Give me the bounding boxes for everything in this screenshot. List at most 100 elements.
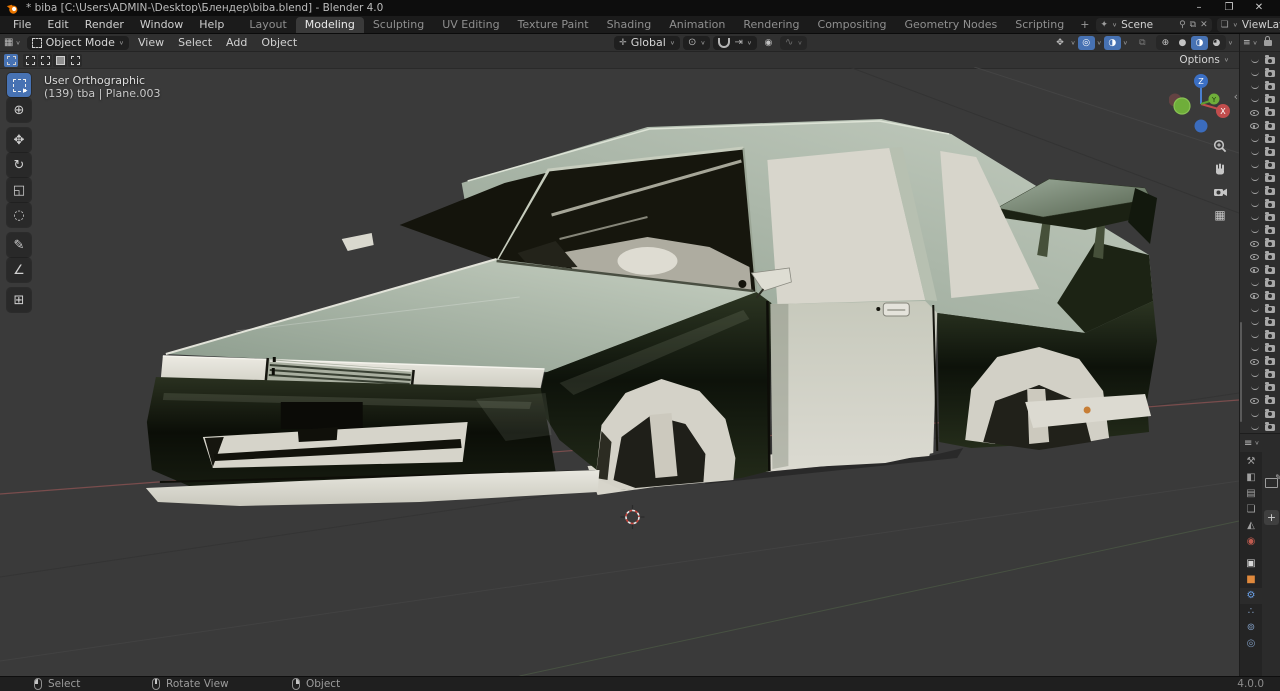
visibility-eye-icon[interactable]	[1251, 425, 1259, 430]
view-layer-selector[interactable]: ❏ ∨ ViewLayer ⧉ ✕	[1217, 18, 1280, 32]
camera-visibility-icon[interactable]	[1265, 397, 1275, 404]
tool-cursor[interactable]: ⊕	[7, 98, 31, 122]
properties-tab-particles[interactable]: ∴	[1240, 604, 1262, 620]
visibility-eye-icon[interactable]	[1251, 163, 1259, 168]
workspace-tab-shading[interactable]: Shading	[598, 17, 661, 33]
visibility-eye-icon[interactable]	[1251, 320, 1259, 325]
camera-visibility-icon[interactable]	[1265, 306, 1275, 313]
camera-visibility-icon[interactable]	[1265, 384, 1275, 391]
minimize-button[interactable]: –	[1184, 0, 1214, 16]
menu-edit[interactable]: Edit	[39, 18, 76, 31]
viewport-menu-view[interactable]: View	[131, 36, 171, 49]
workspace-tab-scripting[interactable]: Scripting	[1006, 17, 1073, 33]
workspace-tab-modeling[interactable]: Modeling	[296, 17, 364, 33]
visibility-eye-icon[interactable]	[1251, 372, 1259, 377]
properties-editor[interactable]: ≡ ∨ ⚒◧▤❏◭◉▣■⚙∴⊚◎ +	[1240, 433, 1280, 676]
viewport-menu-add[interactable]: Add	[219, 36, 254, 49]
properties-tab-collection[interactable]: ▣	[1240, 556, 1262, 572]
visibility-eye-icon[interactable]	[1251, 281, 1259, 286]
outliner-row[interactable]	[1240, 329, 1280, 342]
camera-visibility-icon[interactable]	[1265, 109, 1275, 116]
viewport-canvas[interactable]	[0, 67, 1239, 676]
workspace-tab-uv-editing[interactable]: UV Editing	[433, 17, 508, 33]
properties-tab-scene[interactable]: ◭	[1240, 518, 1262, 534]
camera-visibility-icon[interactable]	[1265, 358, 1275, 365]
outliner-row[interactable]	[1240, 290, 1280, 303]
proportional-editing-toggle[interactable]: ◉	[760, 36, 777, 50]
sidebar-collapse-arrow[interactable]: ‹	[1234, 90, 1238, 103]
properties-tab-tool[interactable]: ⚒	[1240, 454, 1262, 470]
show-gizmos-toggle[interactable]: ✥	[1052, 36, 1069, 50]
zoom-view-button[interactable]	[1212, 138, 1228, 154]
outliner-row[interactable]	[1240, 172, 1280, 185]
outliner-row[interactable]	[1240, 368, 1280, 381]
visibility-eye-icon[interactable]	[1251, 150, 1259, 155]
camera-visibility-icon[interactable]	[1265, 267, 1275, 274]
chevron-down-icon[interactable]: ∨	[1228, 39, 1233, 45]
menu-file[interactable]: File	[5, 18, 39, 31]
menu-window[interactable]: Window	[132, 18, 191, 31]
visibility-eye-icon[interactable]	[1251, 137, 1259, 142]
car-model[interactable]	[146, 119, 1157, 506]
outliner-row[interactable]	[1240, 133, 1280, 146]
camera-visibility-icon[interactable]	[1265, 162, 1275, 169]
outliner-row[interactable]	[1240, 316, 1280, 329]
add-button[interactable]: +	[1264, 510, 1279, 525]
magnet-icon[interactable]	[718, 38, 730, 48]
select-mode-subtract[interactable]	[38, 54, 52, 67]
add-workspace-button[interactable]: +	[1073, 18, 1096, 31]
outliner-row[interactable]	[1240, 93, 1280, 106]
viewport-menu-select[interactable]: Select	[171, 36, 219, 49]
visibility-eye-icon[interactable]	[1250, 398, 1259, 404]
visibility-eye-icon[interactable]	[1251, 176, 1259, 181]
toggle-projection-button[interactable]: ▦	[1212, 207, 1228, 223]
camera-visibility-icon[interactable]	[1265, 96, 1275, 103]
outliner-row[interactable]	[1240, 381, 1280, 394]
tool-transform[interactable]: ◌	[7, 203, 31, 227]
outliner-row[interactable]	[1240, 421, 1280, 434]
workspace-tab-animation[interactable]: Animation	[660, 17, 734, 33]
tool-move[interactable]: ✥	[7, 128, 31, 152]
lock-icon[interactable]	[1264, 40, 1272, 46]
snap-toggle-group[interactable]: ⇥ ∨	[713, 36, 757, 50]
camera-visibility-icon[interactable]	[1265, 70, 1275, 77]
xray-dropdown-toggle[interactable]: ◑	[1104, 36, 1121, 50]
view-layer-name[interactable]: ViewLayer	[1242, 19, 1280, 31]
properties-tab-object[interactable]: ■	[1240, 572, 1262, 588]
visibility-eye-icon[interactable]	[1251, 228, 1259, 233]
properties-tab-physics[interactable]: ⊚	[1240, 620, 1262, 636]
workspace-tab-sculpting[interactable]: Sculpting	[364, 17, 433, 33]
outliner-row[interactable]	[1240, 106, 1280, 119]
visibility-eye-icon[interactable]	[1250, 293, 1259, 299]
show-overlays-toggle[interactable]: ◎	[1078, 36, 1095, 50]
visibility-eye-icon[interactable]	[1251, 97, 1259, 102]
outliner-row[interactable]	[1240, 394, 1280, 407]
outliner-row[interactable]	[1240, 198, 1280, 211]
workspace-tab-compositing[interactable]: Compositing	[809, 17, 896, 33]
outliner-row[interactable]	[1240, 54, 1280, 67]
camera-visibility-icon[interactable]	[1265, 411, 1275, 418]
visibility-eye-icon[interactable]	[1251, 215, 1259, 220]
outliner-row[interactable]	[1240, 250, 1280, 263]
shading-wireframe-button[interactable]: ⊕	[1157, 36, 1174, 50]
scene-name[interactable]: Scene	[1121, 19, 1175, 31]
visibility-eye-icon[interactable]	[1250, 267, 1259, 273]
outliner-row[interactable]	[1240, 80, 1280, 93]
properties-tab-world[interactable]: ◉	[1240, 534, 1262, 550]
outliner-row[interactable]	[1240, 303, 1280, 316]
visibility-eye-icon[interactable]	[1250, 241, 1259, 247]
camera-visibility-icon[interactable]	[1265, 280, 1275, 287]
outliner-row[interactable]	[1240, 224, 1280, 237]
tool-add-cube[interactable]: ⊞	[7, 288, 31, 312]
camera-visibility-icon[interactable]	[1265, 201, 1275, 208]
pivot-point-selector[interactable]: ⊙ ∨	[683, 36, 711, 50]
mode-selector[interactable]: Object Mode ∨	[27, 36, 129, 50]
viewport-menu-object[interactable]: Object	[254, 36, 304, 49]
close-button[interactable]: ✕	[1244, 0, 1274, 16]
properties-tab-view-layer[interactable]: ❏	[1240, 502, 1262, 518]
viewport-3d[interactable]: ▦ ∨ Object Mode ∨ ViewSelectAddObject ✛ …	[0, 34, 1239, 676]
camera-visibility-icon[interactable]	[1265, 149, 1275, 156]
outliner-row[interactable]	[1240, 277, 1280, 290]
visibility-eye-icon[interactable]	[1251, 412, 1259, 417]
cursor-3d[interactable]	[620, 505, 644, 529]
